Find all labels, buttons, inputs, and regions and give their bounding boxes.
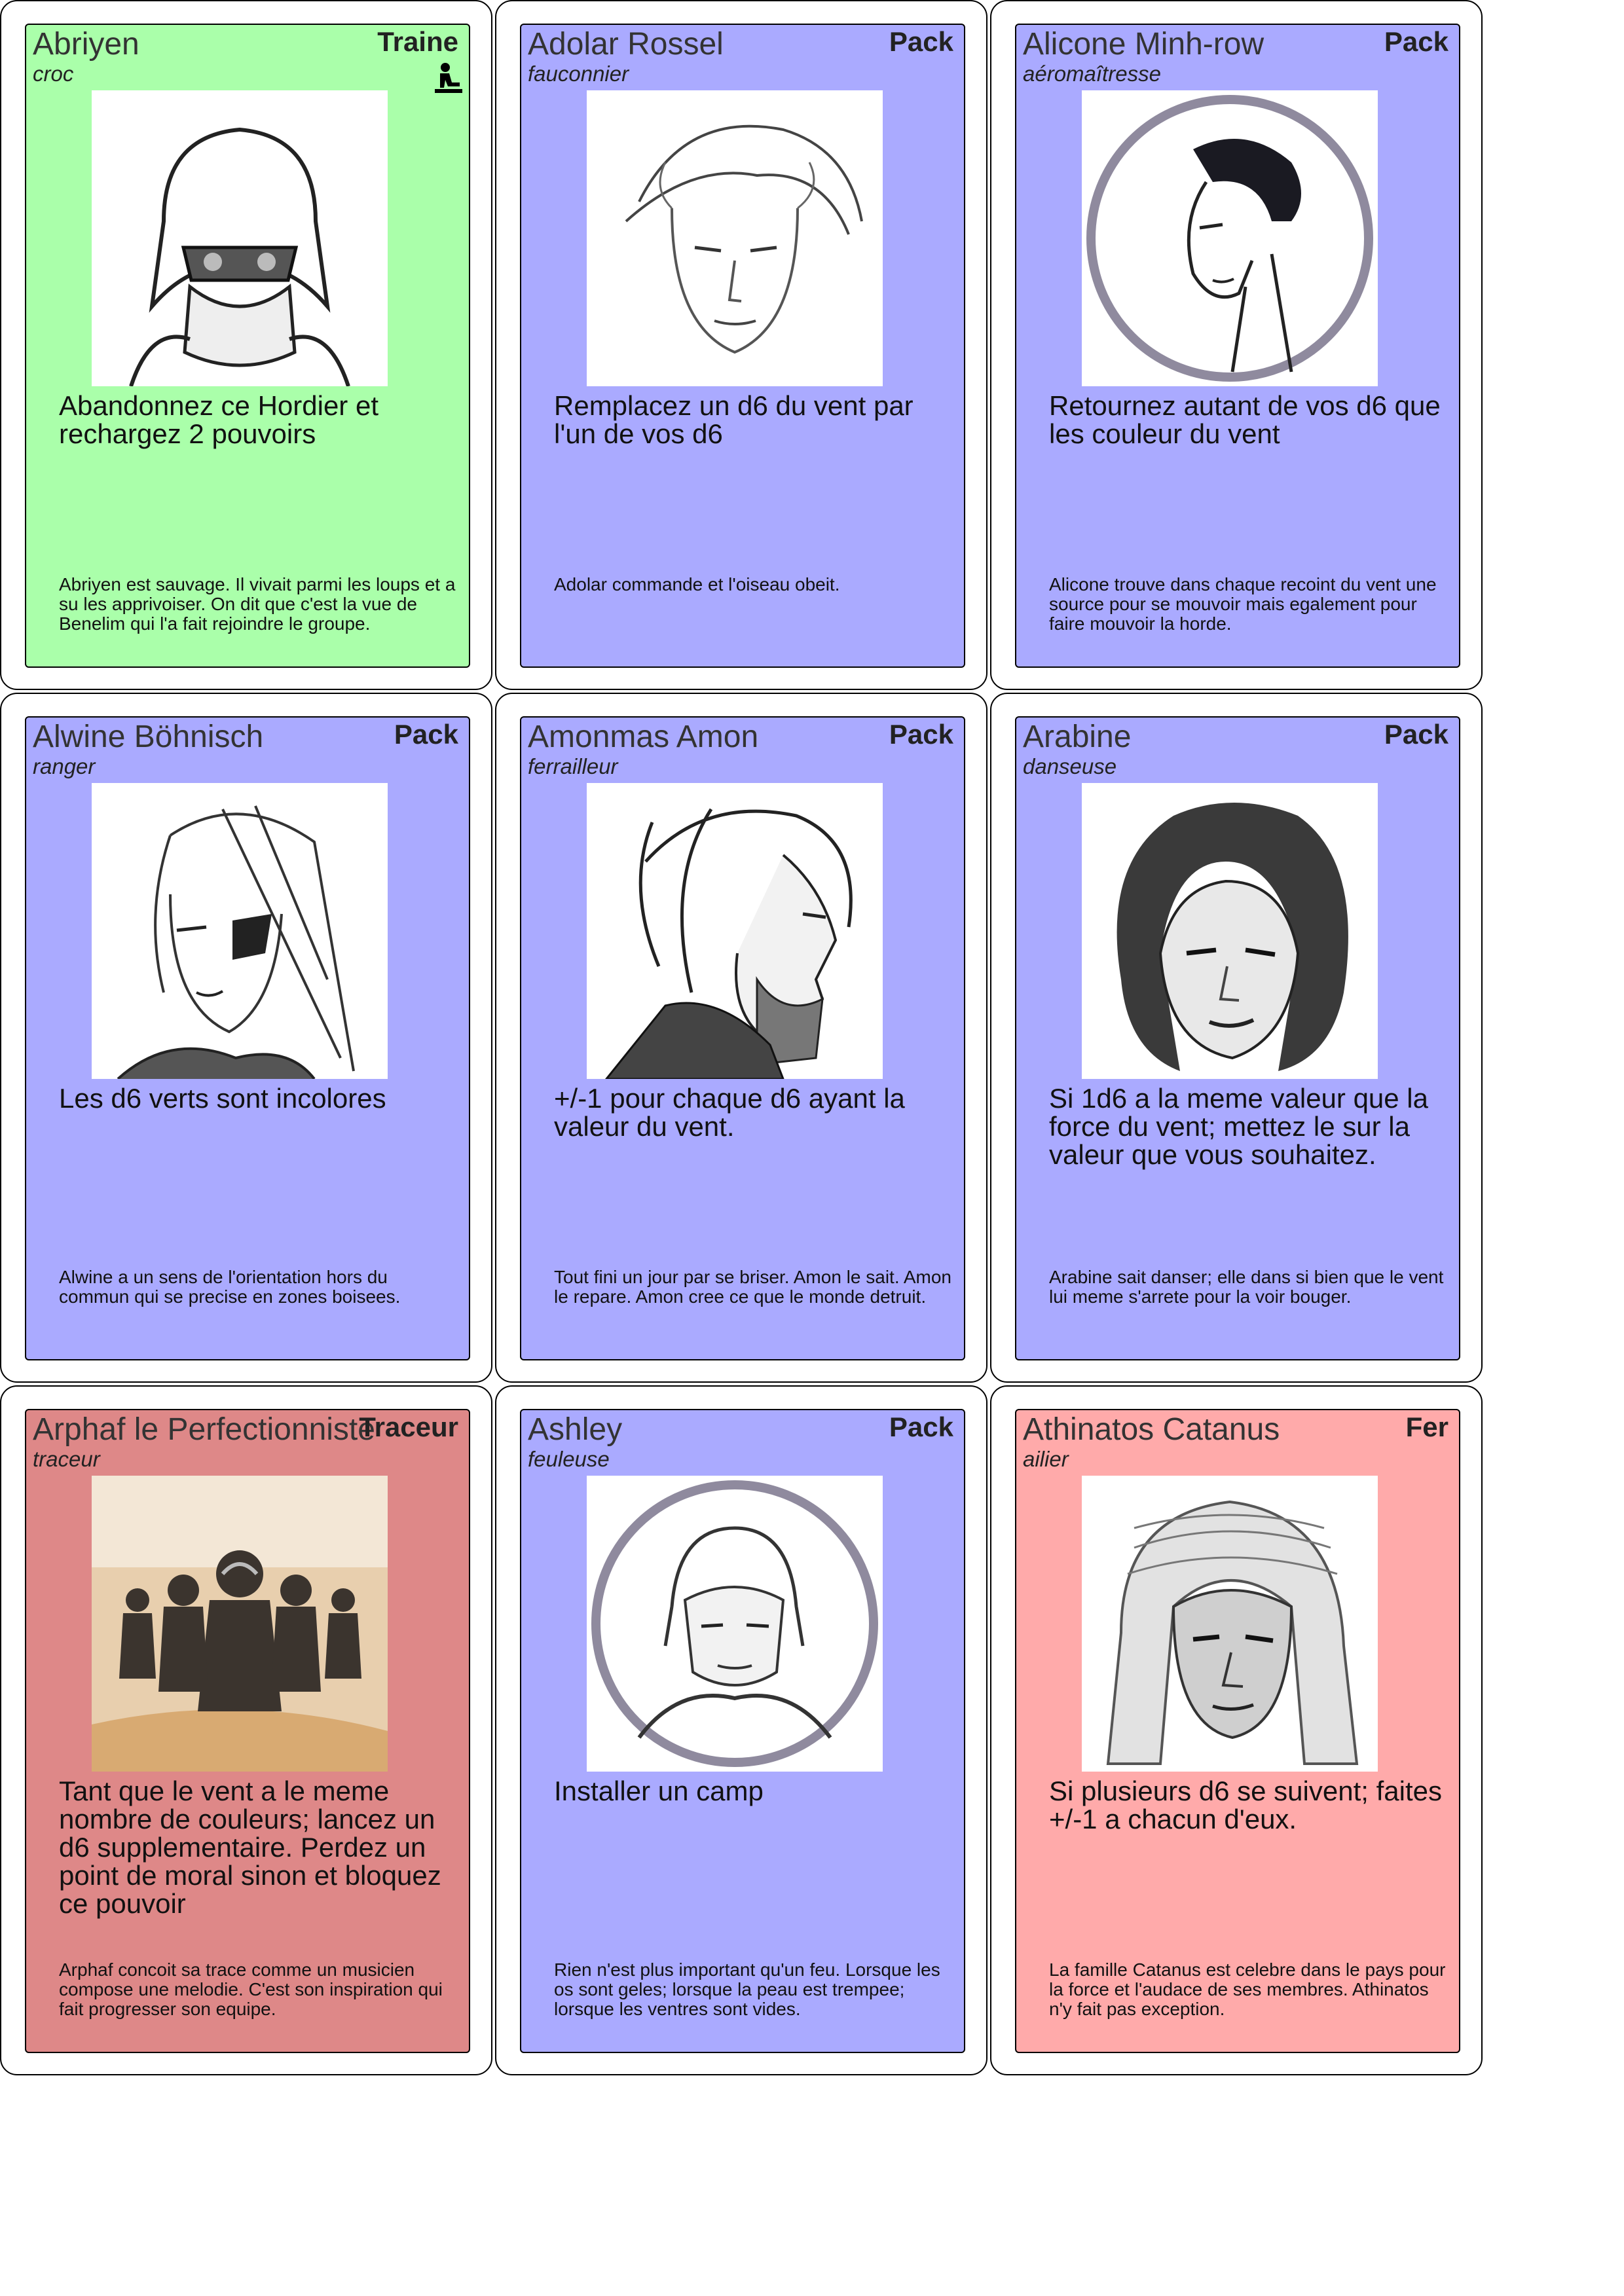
card-faction: Pack xyxy=(1384,26,1449,57)
character-portrait xyxy=(1082,1476,1378,1772)
card-effect: Remplacez un d6 du vent par l'un de vos … xyxy=(554,390,913,449)
card-flavor: Alwine a un sens de l'orientation hors d… xyxy=(59,1267,401,1307)
card-name: Athinatos Catanus xyxy=(1023,1412,1280,1447)
character-portrait xyxy=(1082,783,1378,1079)
card-role: feuleuse xyxy=(528,1447,610,1471)
card-flavor: Arphaf concoit sa trace comme un musicie… xyxy=(59,1959,443,2019)
card-flavor: La famille Catanus est celebre dans le p… xyxy=(1049,1959,1446,2019)
character-card[interactable]: Arphaf le Perfectionniste traceur Traceu… xyxy=(0,1385,492,2075)
card-faction: Fer xyxy=(1405,1412,1449,1442)
card-name: Alwine Böhnisch xyxy=(33,720,264,754)
card-faction: Pack xyxy=(889,1412,953,1442)
character-portrait xyxy=(92,783,388,1079)
card-flavor: Adolar commande et l'oiseau obeit. xyxy=(554,574,840,594)
card-panel: Arabine danseuse Pack Si 1d6 a la meme v… xyxy=(1015,716,1460,1360)
card-effect: +/-1 pour chaque d6 ayant la valeur du v… xyxy=(554,1083,905,1142)
card-faction: Pack xyxy=(889,719,953,750)
character-portrait xyxy=(92,1476,388,1772)
character-portrait xyxy=(92,90,388,386)
card-sheet: Abriyen croc Traine Abandonnez ce Hordie… xyxy=(0,0,1485,2082)
card-effect: Les d6 verts sont incolores xyxy=(59,1083,386,1114)
card-effect: Installer un camp xyxy=(554,1776,764,1806)
card-panel: Abriyen croc Traine Abandonnez ce Hordie… xyxy=(25,24,470,668)
card-name: Adolar Rossel xyxy=(528,27,724,62)
character-card[interactable]: Ashley feuleuse Pack Installer un camp R… xyxy=(495,1385,987,2075)
card-flavor: Arabine sait danser; elle dans si bien q… xyxy=(1049,1267,1444,1307)
card-faction: Pack xyxy=(889,26,953,57)
character-portrait xyxy=(1082,90,1378,386)
card-faction: Pack xyxy=(1384,719,1449,750)
card-effect: Si plusieurs d6 se suivent; faites +/-1 … xyxy=(1049,1776,1442,1834)
card-effect: Retournez autant de vos d6 que les coule… xyxy=(1049,390,1441,449)
card-faction: Traine xyxy=(377,26,458,57)
card-panel: Arphaf le Perfectionniste traceur Traceu… xyxy=(25,1409,470,2053)
card-panel: Amonmas Amon ferrailleur Pack +/-1 pour … xyxy=(520,716,965,1360)
sitting-person-icon xyxy=(435,63,462,93)
character-card[interactable]: Abriyen croc Traine Abandonnez ce Hordie… xyxy=(0,0,492,690)
card-role: aéromaîtresse xyxy=(1023,62,1161,86)
card-effect: Tant que le vent a le meme nombre de cou… xyxy=(59,1776,441,1919)
card-effect: Si 1d6 a la meme valeur que la force du … xyxy=(1049,1083,1428,1170)
card-panel: Alwine Böhnisch ranger Pack Les d6 verts… xyxy=(25,716,470,1360)
character-portrait xyxy=(587,783,883,1079)
character-card[interactable]: Alicone Minh-row aéromaîtresse Pack Reto… xyxy=(990,0,1483,690)
card-flavor: Tout fini un jour par se briser. Amon le… xyxy=(554,1267,951,1307)
card-role: ranger xyxy=(33,754,96,778)
card-name: Amonmas Amon xyxy=(528,720,759,754)
card-role: ailier xyxy=(1023,1447,1069,1471)
character-card[interactable]: Alwine Böhnisch ranger Pack Les d6 verts… xyxy=(0,693,492,1383)
character-portrait xyxy=(587,90,883,386)
character-card[interactable]: Amonmas Amon ferrailleur Pack +/-1 pour … xyxy=(495,693,987,1383)
character-card[interactable]: Athinatos Catanus ailier Fer Si plusieur… xyxy=(990,1385,1483,2075)
card-role: fauconnier xyxy=(528,62,629,86)
card-name: Arphaf le Perfectionniste xyxy=(33,1412,375,1447)
card-name: Ashley xyxy=(528,1412,623,1447)
card-faction: Traceur xyxy=(359,1412,458,1442)
card-role: traceur xyxy=(33,1447,100,1471)
card-role: danseuse xyxy=(1023,754,1117,778)
card-name: Arabine xyxy=(1023,720,1132,754)
card-role: ferrailleur xyxy=(528,754,618,778)
card-effect: Abandonnez ce Hordier et rechargez 2 pou… xyxy=(59,390,378,449)
card-name: Alicone Minh-row xyxy=(1023,27,1264,62)
card-panel: Alicone Minh-row aéromaîtresse Pack Reto… xyxy=(1015,24,1460,668)
card-panel: Athinatos Catanus ailier Fer Si plusieur… xyxy=(1015,1409,1460,2053)
character-card[interactable]: Adolar Rossel fauconnier Pack Remplacez … xyxy=(495,0,987,690)
card-role: croc xyxy=(33,62,74,86)
card-panel: Adolar Rossel fauconnier Pack Remplacez … xyxy=(520,24,965,668)
card-flavor: Abriyen est sauvage. Il vivait parmi les… xyxy=(59,574,456,634)
character-portrait xyxy=(587,1476,883,1772)
card-flavor: Rien n'est plus important qu'un feu. Lor… xyxy=(554,1959,940,2019)
character-card[interactable]: Arabine danseuse Pack Si 1d6 a la meme v… xyxy=(990,693,1483,1383)
card-flavor: Alicone trouve dans chaque recoint du ve… xyxy=(1049,574,1437,634)
card-faction: Pack xyxy=(394,719,458,750)
card-name: Abriyen xyxy=(33,27,139,62)
card-panel: Ashley feuleuse Pack Installer un camp R… xyxy=(520,1409,965,2053)
